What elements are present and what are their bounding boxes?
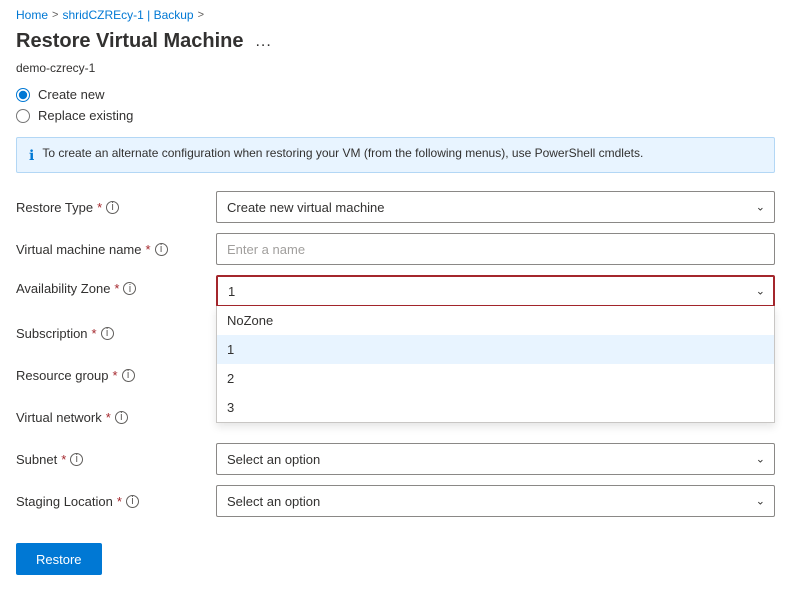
- availability-required: *: [114, 281, 119, 296]
- availability-zone-control: 1 ⌄ NoZone 1 2 3: [216, 275, 775, 307]
- radio-group: Create new Replace existing: [0, 83, 791, 127]
- availability-zone-row: Availability Zone * i 1 ⌄ NoZone 1 2 3: [16, 275, 775, 307]
- info-banner-text: To create an alternate configuration whe…: [42, 146, 643, 160]
- info-banner: ℹ To create an alternate configuration w…: [16, 137, 775, 173]
- breadcrumb: Home > shridCZREcy-1 | Backup >: [0, 0, 791, 26]
- staging-location-label: Staging Location * i: [16, 494, 216, 509]
- breadcrumb-backup-item[interactable]: shridCZREcy-1 | Backup: [62, 8, 193, 22]
- vm-name-info-icon[interactable]: i: [155, 243, 168, 256]
- virtual-network-required: *: [106, 410, 111, 425]
- virtual-network-info-icon[interactable]: i: [115, 411, 128, 424]
- create-new-radio[interactable]: [16, 88, 30, 102]
- form-area: Restore Type * i Create new virtual mach…: [0, 183, 791, 535]
- ellipsis-button[interactable]: ...: [251, 31, 275, 53]
- info-icon: ℹ: [29, 147, 34, 164]
- resource-group-info-icon[interactable]: i: [122, 369, 135, 382]
- availability-option-1[interactable]: 1: [217, 335, 774, 364]
- availability-select-box[interactable]: 1 ⌄: [216, 275, 775, 307]
- subnet-row: Subnet * i Select an option ⌄: [16, 443, 775, 475]
- restore-type-dropdown[interactable]: Create new virtual machine: [216, 191, 775, 223]
- required-indicator: *: [97, 200, 102, 215]
- staging-location-dropdown[interactable]: Select an option: [216, 485, 775, 517]
- subnet-dropdown[interactable]: Select an option: [216, 443, 775, 475]
- vm-name-row: Virtual machine name * i: [16, 233, 775, 265]
- vm-name-control: [216, 233, 775, 265]
- create-new-label: Create new: [38, 87, 104, 102]
- vm-name-required: *: [146, 242, 151, 257]
- staging-required: *: [117, 494, 122, 509]
- sub-label: demo-czrecy-1: [0, 61, 791, 83]
- staging-location-row: Staging Location * i Select an option ⌄: [16, 485, 775, 517]
- availability-option-3[interactable]: 3: [217, 393, 774, 422]
- availability-selected-value: 1: [228, 284, 235, 299]
- subnet-label: Subnet * i: [16, 452, 216, 467]
- page-title: Restore Virtual Machine: [16, 30, 243, 53]
- subnet-control: Select an option ⌄: [216, 443, 775, 475]
- subnet-required: *: [61, 452, 66, 467]
- subnet-dropdown-wrapper: Select an option ⌄: [216, 443, 775, 475]
- restore-type-control: Create new virtual machine ⌄: [216, 191, 775, 223]
- staging-info-icon[interactable]: i: [126, 495, 139, 508]
- staging-location-control: Select an option ⌄: [216, 485, 775, 517]
- replace-existing-label: Replace existing: [38, 108, 133, 123]
- subnet-info-icon[interactable]: i: [70, 453, 83, 466]
- vm-name-label: Virtual machine name * i: [16, 242, 216, 257]
- replace-existing-radio[interactable]: [16, 109, 30, 123]
- availability-info-icon[interactable]: i: [123, 282, 136, 295]
- restore-type-label: Restore Type * i: [16, 200, 216, 215]
- resource-group-label: Resource group * i: [16, 368, 216, 383]
- vm-name-input[interactable]: [216, 233, 775, 265]
- restore-type-row: Restore Type * i Create new virtual mach…: [16, 191, 775, 223]
- replace-existing-option[interactable]: Replace existing: [16, 108, 775, 123]
- virtual-network-label: Virtual network * i: [16, 410, 216, 425]
- page-header: Restore Virtual Machine ...: [0, 26, 791, 61]
- resource-group-required: *: [113, 368, 118, 383]
- subscription-info-icon[interactable]: i: [101, 327, 114, 340]
- breadcrumb-home[interactable]: Home: [16, 8, 48, 22]
- availability-chevron-icon: ⌄: [756, 285, 765, 298]
- subscription-label: Subscription * i: [16, 326, 216, 341]
- restore-type-dropdown-wrapper: Create new virtual machine ⌄: [216, 191, 775, 223]
- availability-option-2[interactable]: 2: [217, 364, 774, 393]
- availability-dropdown-open: NoZone 1 2 3: [216, 306, 775, 423]
- staging-dropdown-wrapper: Select an option ⌄: [216, 485, 775, 517]
- restore-button[interactable]: Restore: [16, 543, 102, 575]
- restore-type-info-icon[interactable]: i: [106, 201, 119, 214]
- create-new-option[interactable]: Create new: [16, 87, 775, 102]
- subscription-required: *: [92, 326, 97, 341]
- availability-zone-label: Availability Zone * i: [16, 275, 216, 296]
- breadcrumb-sep1: >: [52, 9, 58, 21]
- availability-dropdown-wrapper: 1 ⌄ NoZone 1 2 3: [216, 275, 775, 307]
- availability-option-nozone[interactable]: NoZone: [217, 306, 774, 335]
- breadcrumb-sep2: >: [198, 9, 204, 21]
